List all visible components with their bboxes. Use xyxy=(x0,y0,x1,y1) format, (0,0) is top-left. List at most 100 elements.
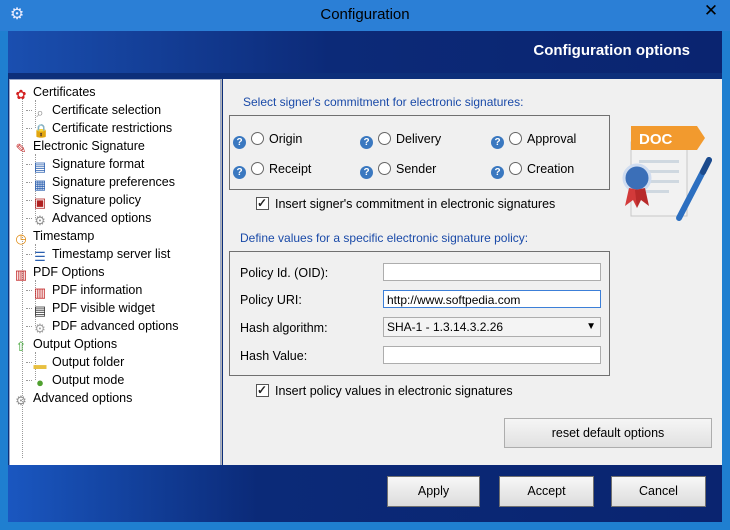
tree-item[interactable]: ▥ PDF information xyxy=(26,281,142,300)
tree-item[interactable]: ✿ Certificates xyxy=(14,83,96,102)
radio-approval[interactable] xyxy=(509,132,522,145)
tree-item-label: Advanced options xyxy=(52,211,152,225)
radio-label: Creation xyxy=(527,162,575,176)
hash-value-input[interactable] xyxy=(383,346,601,364)
radio-receipt[interactable] xyxy=(251,162,264,175)
tree-item[interactable]: ◷ Timestamp xyxy=(14,227,94,246)
pdf-icon: ▥ xyxy=(14,267,28,282)
checkbox-checked[interactable] xyxy=(256,382,269,398)
seal-icon xyxy=(622,163,652,193)
green-circle-icon: ● xyxy=(36,375,44,390)
folder-icon: ▬ xyxy=(33,357,47,372)
window-title: Configuration xyxy=(320,6,410,23)
clipboard-icon: ▦ xyxy=(33,177,47,192)
commitment-creation[interactable]: ? Creation xyxy=(491,161,575,179)
tree-connector xyxy=(26,362,32,363)
checkbox-label: Insert policy values in electronic signa… xyxy=(275,384,513,398)
tree-connector xyxy=(26,128,32,129)
checkbox-checked[interactable] xyxy=(256,195,269,211)
tree-item[interactable]: ⌕ Certificate selection xyxy=(26,101,162,120)
gear-icon: ⚙ xyxy=(34,321,46,336)
tree-connector xyxy=(26,254,32,255)
up-arrow-icon: ⇧ xyxy=(15,339,27,354)
tree-connector xyxy=(26,326,32,327)
pen-cap xyxy=(700,157,712,175)
tree-item[interactable]: ▤ PDF visible widget xyxy=(26,299,155,318)
list-icon: ☰ xyxy=(34,249,46,264)
radio-delivery[interactable] xyxy=(378,132,391,145)
tree-item[interactable]: ⇧ Output Options xyxy=(14,335,118,354)
tree-item[interactable]: ▥ PDF Options xyxy=(14,263,105,282)
apply-button[interactable]: Apply xyxy=(387,476,480,507)
pen-icon: ✎ xyxy=(15,141,27,156)
policy-oid-input[interactable] xyxy=(383,263,601,281)
tree-item[interactable]: ▣ Signature policy xyxy=(26,191,141,210)
commitment-approval[interactable]: ? Approval xyxy=(491,131,576,149)
lock-icon: 🔒 xyxy=(33,123,50,138)
tree-connector xyxy=(26,380,32,381)
reset-default-button[interactable]: reset default options xyxy=(504,418,712,448)
policy-uri-input[interactable]: http://www.softpedia.com xyxy=(383,290,601,308)
tree-item[interactable]: ☰ Timestamp server list xyxy=(26,245,171,264)
radio-label: Delivery xyxy=(396,132,442,146)
tree-splitter[interactable] xyxy=(221,79,222,465)
options-tree: ✿ Certificates ⌕ Certificate selection 🔒 Cert… xyxy=(9,79,221,467)
radio-sender[interactable] xyxy=(378,162,391,175)
tree-item[interactable]: ⚙ Advanced options xyxy=(26,209,152,228)
commitment-receipt[interactable]: ? Receipt xyxy=(233,161,311,179)
checkbox-label: Insert signer's commitment in electronic… xyxy=(275,197,556,211)
doc-tag-label: DOC xyxy=(639,131,673,148)
tree-item-label: Output mode xyxy=(52,373,125,387)
commitment-sender[interactable]: ? Sender xyxy=(360,161,437,179)
tree-item[interactable]: ✎ Electronic Signature xyxy=(14,137,145,156)
tree-item[interactable]: ▦ Signature preferences xyxy=(26,173,175,192)
tree-item[interactable]: 🔒 Certificate restrictions xyxy=(26,119,172,138)
radio-creation[interactable] xyxy=(509,162,522,175)
magnifier-icon: ⌕ xyxy=(36,105,44,120)
tree-connector xyxy=(26,290,32,291)
gear-icon: ⚙ xyxy=(34,213,46,228)
accept-button[interactable]: Accept xyxy=(499,476,594,507)
pdf-widget-icon: ▤ xyxy=(33,303,47,318)
commitment-delivery[interactable]: ? Delivery xyxy=(360,131,442,149)
radio-origin[interactable] xyxy=(251,132,264,145)
tree-item-label: Timestamp server list xyxy=(52,247,171,261)
tree-item[interactable]: ⚙ PDF advanced options xyxy=(26,317,178,336)
header-title: Configuration options xyxy=(533,42,690,59)
tree-item[interactable]: ▬ Output folder xyxy=(26,353,125,372)
policy-oid-label: Policy Id. (OID): xyxy=(240,266,329,280)
tree-item-label: PDF visible widget xyxy=(52,301,155,315)
tree-item-label: Certificate selection xyxy=(52,103,162,117)
tree-item-label: Output folder xyxy=(52,355,125,369)
help-icon[interactable]: ? xyxy=(491,166,504,179)
tree-connector xyxy=(26,110,32,111)
cancel-button[interactable]: Cancel xyxy=(611,476,706,507)
help-icon[interactable]: ? xyxy=(491,136,504,149)
signed-document-icon: DOC xyxy=(622,126,712,221)
help-icon[interactable]: ? xyxy=(360,136,373,149)
ribbon-icon: ✿ xyxy=(15,87,27,102)
tree-item-label: Signature format xyxy=(52,157,145,171)
insert-commitment-checkbox[interactable]: Insert signer's commitment in electronic… xyxy=(256,195,556,212)
insert-policy-checkbox[interactable]: Insert policy values in electronic signa… xyxy=(256,382,513,399)
tree-item[interactable]: ▤ Signature format xyxy=(26,155,145,174)
radio-label: Sender xyxy=(396,162,437,176)
help-icon[interactable]: ? xyxy=(233,136,246,149)
tree-connector xyxy=(26,200,32,201)
tree-item-label: Advanced options xyxy=(33,391,133,405)
help-icon[interactable]: ? xyxy=(233,166,246,179)
tree-item-label: Electronic Signature xyxy=(33,139,145,153)
commitment-origin[interactable]: ? Origin xyxy=(233,131,302,149)
tree-item[interactable]: ⚙ Advanced options xyxy=(14,389,133,408)
tree-connector xyxy=(26,308,32,309)
title-bar: Configuration xyxy=(0,0,730,31)
chevron-down-icon[interactable]: ▼ xyxy=(586,318,596,336)
help-icon[interactable]: ? xyxy=(360,166,373,179)
hash-algorithm-select[interactable]: SHA-1 - 1.3.14.3.2.26 ▼ xyxy=(383,317,601,337)
hash-algorithm-label: Hash algorithm: xyxy=(240,321,328,335)
document-icon: ▤ xyxy=(33,159,47,174)
close-button[interactable]: ✕ xyxy=(692,0,730,22)
tree-item[interactable]: ● Output mode xyxy=(26,371,125,390)
doc-line xyxy=(639,160,679,163)
pdf-info-icon: ▥ xyxy=(33,285,47,300)
